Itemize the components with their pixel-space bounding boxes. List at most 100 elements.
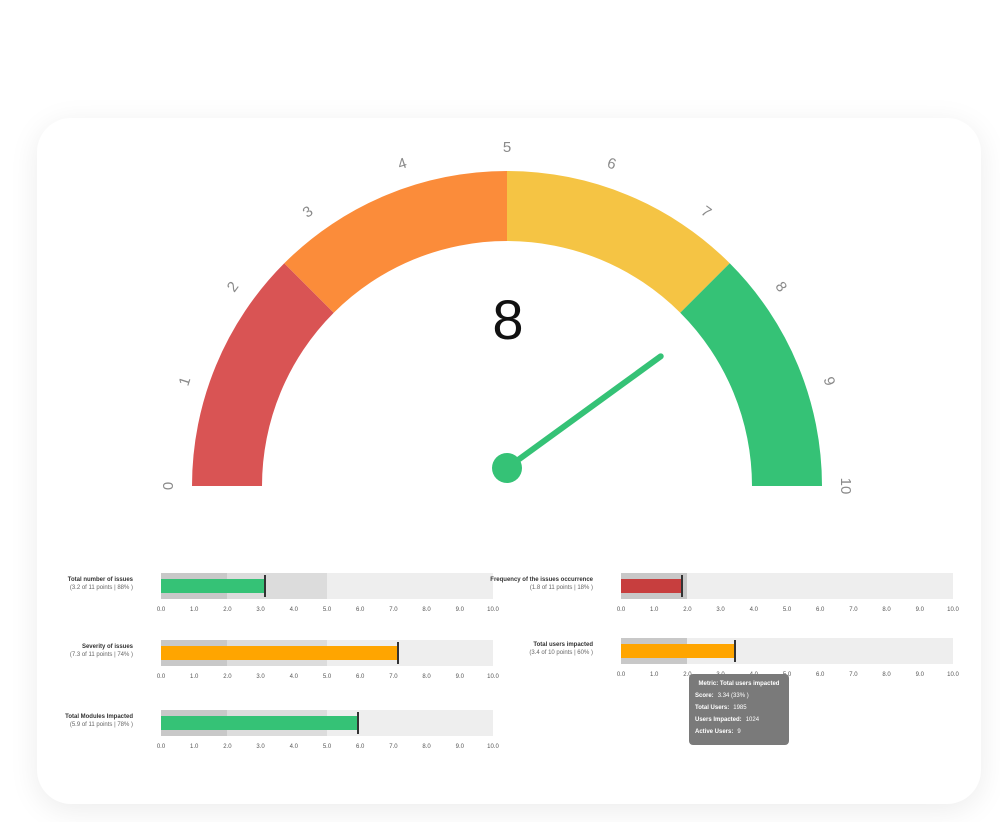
metric-axis-tick: 3.0 [256, 674, 265, 680]
metric-axis: 0.01.02.03.04.05.06.07.08.09.010.0 [157, 607, 499, 617]
gauge-tick-label: 6 [605, 155, 618, 174]
gauge-tick-label: 10 [837, 478, 854, 495]
metric-value-bar[interactable] [621, 579, 681, 593]
metric-axis-tick: 0.0 [156, 607, 166, 613]
gauge-chart: 0 1 2 3 4 5 6 7 8 9 10 8 [160, 139, 854, 495]
metric-axis-tick: 5.0 [782, 607, 792, 613]
metric-axis-tick: 1.0 [650, 672, 659, 678]
metric-axis-tick: 7.0 [389, 674, 398, 680]
metric-axis-tick: 1.0 [190, 674, 199, 680]
metric-value-bar[interactable] [621, 644, 734, 658]
metric-axis-tick: 1.0 [650, 607, 659, 613]
metric-axis-tick: 2.0 [683, 607, 692, 613]
metric-axis-tick: 6.0 [816, 672, 825, 678]
gauge-tick-label: 8 [772, 279, 791, 296]
metric-subtitle: (5.9 of 11 points | 78% ) [69, 722, 133, 728]
metric-frequency[interactable]: Frequency of the issues occurrence (1.8 o… [490, 573, 959, 633]
metric-track [161, 573, 493, 599]
gauge-needle [504, 353, 664, 471]
metric-marker [396, 642, 399, 664]
metric-tooltip: Metric: Total users impacted Score: 3.34 … [689, 674, 789, 745]
metric-track [621, 573, 953, 599]
gauge-tick-label: 2 [224, 279, 243, 296]
metric-axis-tick: 5.0 [322, 674, 332, 680]
gauge-band-1 [192, 263, 334, 486]
metric-axis-tick: 9.0 [455, 674, 464, 680]
metric-axis-tick: 10.0 [487, 744, 499, 750]
gauge-needle-hub [492, 453, 522, 483]
gauge-tick-label: 5 [503, 139, 511, 156]
tooltip-row: Score: 3.34 (33% ) [695, 693, 749, 699]
gauge-tick-label: 3 [300, 203, 317, 222]
metric-axis-tick: 8.0 [882, 607, 891, 613]
gauge-band-3 [507, 171, 730, 313]
metric-axis-tick: 5.0 [322, 744, 332, 750]
metric-axis-tick: 5.0 [322, 607, 332, 613]
metric-axis-tick: 4.0 [289, 744, 298, 750]
metric-axis-tick: 9.0 [915, 607, 924, 613]
metric-axis-tick: 0.0 [156, 744, 166, 750]
metric-axis-tick: 10.0 [947, 672, 959, 678]
metric-axis-tick: 0.0 [616, 672, 626, 678]
metric-axis-tick: 2.0 [223, 744, 232, 750]
score-card: 0 1 2 3 4 5 6 7 8 9 10 8 [37, 118, 981, 804]
tooltip-row: Users Impacted: 1024 [695, 717, 760, 723]
metric-title: Total Modules Impacted [65, 714, 133, 720]
metric-value-bar[interactable] [161, 646, 397, 660]
gauge-band-2 [284, 171, 507, 313]
metric-subtitle: (7.3 of 11 points | 74% ) [69, 652, 133, 658]
metric-axis-tick: 7.0 [849, 672, 858, 678]
metric-axis-tick: 2.0 [223, 674, 232, 680]
metric-axis-tick: 6.0 [356, 744, 365, 750]
metric-total-issues[interactable]: Total number of issues (3.2 of 11 points … [38, 573, 499, 633]
metric-axis-tick: 3.0 [256, 607, 265, 613]
metric-axis-tick: 9.0 [455, 607, 464, 613]
metric-axis-tick: 7.0 [389, 744, 398, 750]
gauge-value: 8 [492, 288, 523, 351]
metric-axis: 0.0 1.0 2.0 3.0 4.0 5.0 6.0 7.0 8.0 9.0 10.0 [617, 607, 959, 617]
gauge-tick-label: 0 [160, 482, 177, 490]
metric-axis-tick: 4.0 [289, 607, 298, 613]
metric-axis-tick: 7.0 [849, 607, 858, 613]
gauge-tick-label: 9 [820, 375, 839, 388]
metric-axis-tick: 0.0 [616, 607, 626, 613]
gauge-band-4 [680, 263, 822, 486]
metric-value-bar[interactable] [161, 716, 357, 730]
metric-title: Severity of issues [81, 644, 133, 650]
metric-axis-tick: 3.0 [716, 607, 725, 613]
metric-axis-tick: 3.0 [256, 744, 265, 750]
metric-severity[interactable]: Severity of issues (7.3 of 11 points | 74… [38, 640, 499, 700]
metric-axis-tick: 2.0 [223, 607, 232, 613]
tooltip-row: Active Users: 9 [695, 729, 741, 735]
metric-axis-tick: 6.0 [356, 674, 365, 680]
metric-subtitle: (1.8 of 11 points | 18% ) [529, 585, 593, 591]
metric-axis-tick: 1.0 [190, 744, 199, 750]
metric-track [161, 640, 493, 666]
metric-axis-tick: 9.0 [455, 744, 464, 750]
metric-marker [356, 712, 359, 734]
metric-axis-tick: 9.0 [915, 672, 924, 678]
tooltip-row: Total Users: 1985 [695, 705, 747, 711]
metric-axis-tick: 6.0 [816, 607, 825, 613]
metric-marker [733, 640, 736, 662]
metric-value-bar[interactable] [161, 579, 264, 593]
metric-axis-tick: 8.0 [422, 674, 431, 680]
metric-subtitle: (3.2 of 11 points | 88% ) [69, 585, 133, 591]
metric-axis-tick: 4.0 [289, 674, 298, 680]
metric-marker [680, 575, 683, 597]
metric-axis-tick: 7.0 [389, 607, 398, 613]
metric-subtitle: (3.4 of 10 points | 60% ) [529, 650, 593, 656]
gauge-tick-label: 4 [396, 155, 409, 174]
metric-axis-tick: 10.0 [947, 607, 959, 613]
metric-axis: 0.01.02.03.04.05.06.07.08.09.010.0 [157, 744, 499, 754]
metric-axis-tick: 8.0 [882, 672, 891, 678]
metric-axis-tick: 4.0 [749, 607, 758, 613]
metric-axis-tick: 8.0 [422, 607, 431, 613]
metric-axis-tick: 6.0 [356, 607, 365, 613]
metric-modules[interactable]: Total Modules Impacted (5.9 of 11 points … [38, 710, 499, 770]
metric-axis-tick: 0.0 [156, 674, 166, 680]
metric-axis-tick: 1.0 [190, 607, 199, 613]
gauge-tick-label: 7 [698, 203, 715, 222]
gauge-tick-label: 1 [176, 375, 195, 388]
metric-title: Total number of issues [67, 577, 133, 583]
